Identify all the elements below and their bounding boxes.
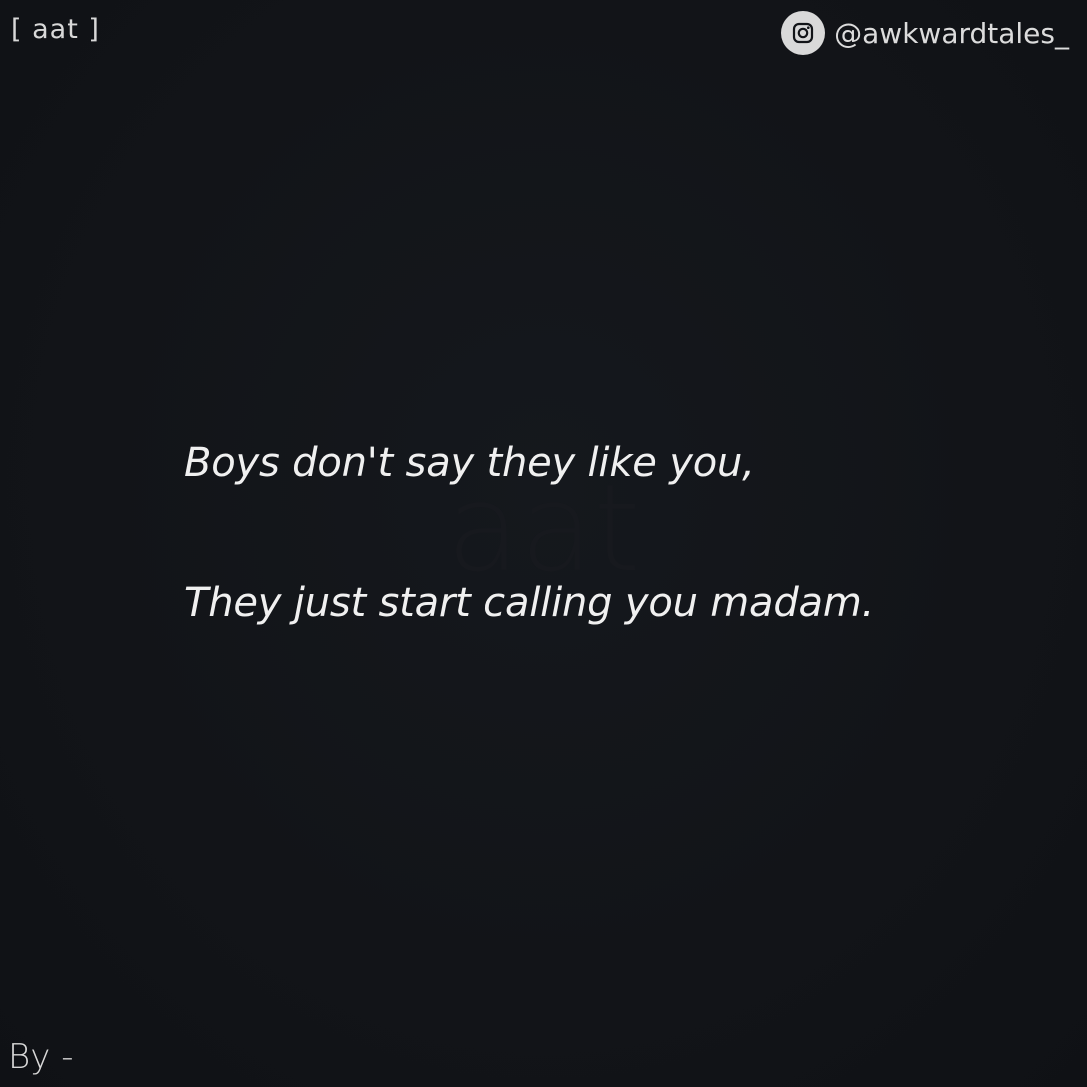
watermark-text: aat (446, 460, 641, 599)
instagram-icon (781, 11, 826, 55)
quote-line-2: They just start calling you madam. (184, 580, 875, 626)
byline: By - (8, 1037, 74, 1077)
brand-tag: [ aat ] (11, 14, 100, 45)
quote-line-1: Boys don't say they like you, (184, 440, 755, 486)
handle-text: @awkwardtales_ (834, 16, 1069, 50)
instagram-handle[interactable]: @awkwardtales_ (781, 11, 1069, 55)
quote-card: [ aat ] @awkwardtales_ aat Boys don't sa… (0, 0, 1087, 1087)
